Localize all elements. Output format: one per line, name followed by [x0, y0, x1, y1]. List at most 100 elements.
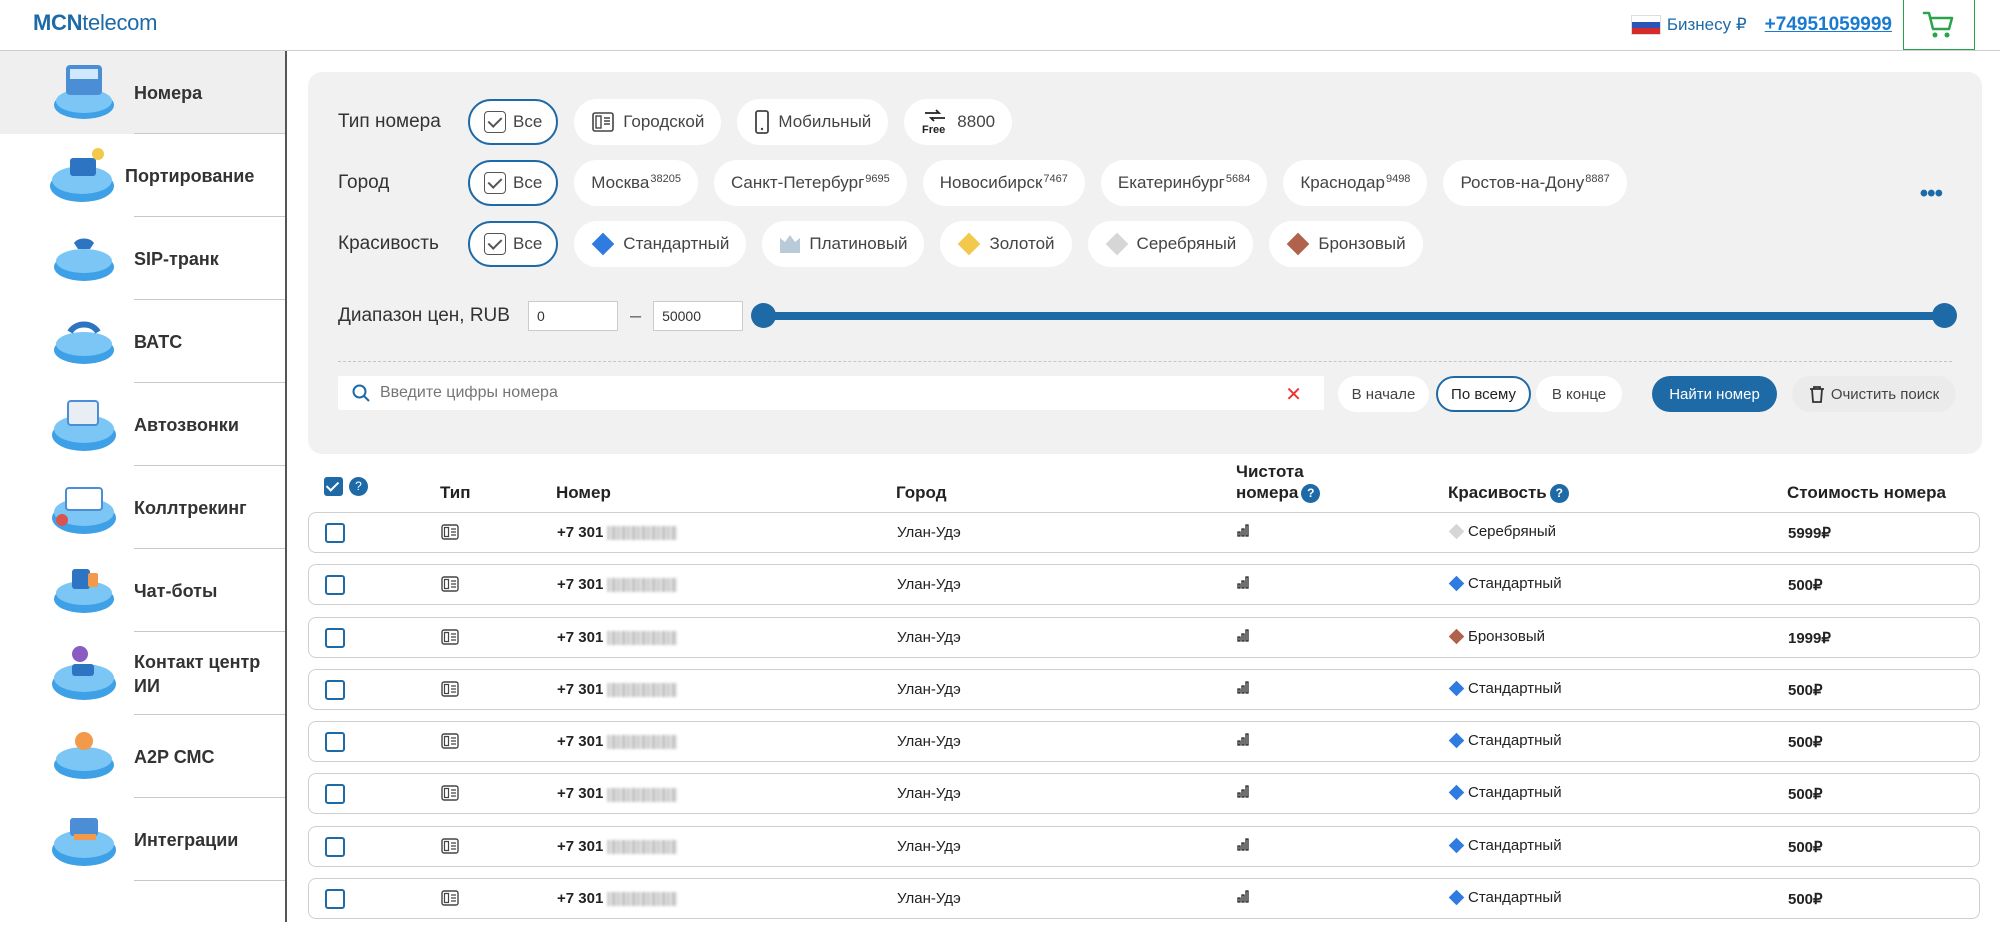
type-chip-all[interactable]: Все: [468, 99, 559, 145]
type-chip-landline[interactable]: Городской: [574, 99, 722, 145]
price-slider-max-handle[interactable]: [1932, 303, 1957, 328]
city-chip-all[interactable]: Все: [468, 160, 559, 206]
clear-search-button[interactable]: Очистить поиск: [1792, 376, 1956, 412]
beauty-chip-platinum[interactable]: Платиновый: [762, 221, 925, 267]
masked-digits: [607, 630, 678, 645]
cart-button[interactable]: [1903, 0, 1975, 50]
gold-diamond-icon: [958, 232, 981, 256]
price-min-input[interactable]: [527, 301, 618, 331]
sidebar-item-ai-contact-center[interactable]: Контакт центр ИИ: [0, 632, 285, 715]
row-checkbox[interactable]: [325, 732, 345, 753]
row-checkbox[interactable]: [325, 836, 345, 857]
standard-diamond-icon: [1448, 785, 1465, 801]
table-row[interactable]: +7 301 Улан-Удэ Бронзовый 1999₽: [308, 616, 1980, 658]
masked-digits: [607, 735, 678, 750]
phone-number: +7 301: [557, 681, 678, 698]
beauty-cell: Серебряный: [1448, 523, 1556, 540]
signal-bars-icon: [1237, 838, 1249, 851]
help-icon[interactable]: ?: [1301, 484, 1321, 504]
help-icon[interactable]: ?: [1549, 484, 1569, 504]
row-checkbox[interactable]: [325, 523, 345, 543]
city-chip-krasnodar[interactable]: Краснодар 9498: [1283, 160, 1428, 206]
city-chip-rostov[interactable]: Ростов-на-Дону 8887: [1443, 160, 1627, 206]
row-checkbox[interactable]: [325, 627, 345, 648]
landline-phone-icon: [441, 524, 459, 540]
cost-cell: 500₽: [1788, 681, 1823, 699]
table-row[interactable]: +7 301 Улан-Удэ Серебряный 5999₽: [308, 512, 1980, 553]
row-checkbox[interactable]: [325, 575, 345, 596]
table-row[interactable]: +7 301 Улан-Удэ Стандартный 500₽: [308, 773, 1980, 815]
match-end-button[interactable]: В конце: [1536, 376, 1622, 412]
cost-cell: 500₽: [1788, 577, 1823, 595]
bronze-diamond-icon: [1448, 628, 1465, 644]
checkbox-icon: [484, 172, 506, 194]
filter-panel: Тип номера Все Городской Мобильный Free …: [308, 72, 1982, 454]
city-chip-moscow[interactable]: Москва 38205: [574, 160, 698, 206]
vats-icon: [54, 321, 114, 364]
type-chip-mobile[interactable]: Мобильный: [737, 99, 889, 145]
sidebar-item-porting[interactable]: Портирование: [0, 134, 285, 217]
masked-digits: [607, 839, 678, 854]
beauty-chip-bronze[interactable]: Бронзовый: [1269, 221, 1423, 267]
table-row[interactable]: +7 301 Улан-Удэ Стандартный 500₽: [308, 564, 1980, 606]
sidebar-item-sip-trunk[interactable]: SIP-транк: [0, 217, 285, 300]
range-dash: –: [629, 304, 642, 327]
standard-diamond-icon: [1448, 889, 1465, 906]
landline-phone-icon: [441, 628, 459, 645]
sidebar-item-numbers[interactable]: Номера: [0, 51, 285, 134]
row-checkbox[interactable]: [325, 679, 345, 700]
divider: [134, 879, 285, 881]
city-chip-novosibirsk[interactable]: Новосибирск 7467: [922, 160, 1085, 206]
filter-label: Диапазон цен, RUB: [338, 305, 510, 326]
beauty-chip-standard[interactable]: Стандартный: [574, 221, 747, 267]
table-row[interactable]: +7 301 Улан-Удэ Стандартный 500₽: [308, 721, 1980, 763]
table-row[interactable]: +7 301 Улан-Удэ Стандартный 500₽: [308, 878, 1980, 920]
search-input[interactable]: [380, 384, 1260, 402]
beauty-chip-gold[interactable]: Золотой: [940, 221, 1072, 267]
sidebar-item-a2p-sms[interactable]: A2P СМС: [0, 715, 285, 798]
phone-link[interactable]: +74951059999: [1765, 14, 1892, 36]
sidebar-item-chatbots[interactable]: Чат-боты: [0, 549, 285, 632]
table-row[interactable]: +7 301 Улан-Удэ Стандартный 500₽: [308, 668, 1980, 710]
standard-diamond-icon: [1448, 680, 1465, 697]
sidebar-item-vats[interactable]: ВАТС: [0, 300, 285, 383]
match-start-button[interactable]: В начале: [1338, 376, 1429, 412]
type-chip-8800[interactable]: Free 8800: [904, 99, 1013, 145]
price-max-input[interactable]: [653, 301, 744, 331]
phone-number: +7 301: [557, 785, 678, 802]
beauty-chip-all[interactable]: Все: [468, 221, 559, 267]
city-chip-spb[interactable]: Санкт-Петербург 9695: [713, 160, 907, 206]
row-checkbox[interactable]: [325, 889, 345, 910]
sidebar-item-calltracking[interactable]: Коллтрекинг: [0, 466, 285, 549]
price-slider-track[interactable]: [762, 312, 1944, 320]
sidebar-item-autocall[interactable]: Автозвонки: [0, 383, 285, 466]
price-range: Диапазон цен, RUB –: [338, 301, 744, 331]
sidebar-item-label: SIP-транк: [134, 248, 219, 269]
silver-diamond-icon: [1448, 523, 1465, 540]
number-search-box: ✕: [338, 376, 1324, 410]
segment-selector[interactable]: Бизнесу ₽: [1630, 15, 1747, 35]
city-chip-ekaterinburg[interactable]: Екатеринбург 5684: [1100, 160, 1268, 206]
select-all-checkbox[interactable]: [324, 477, 343, 496]
chatbot-icon: [54, 569, 114, 613]
sidebar-item-integrations[interactable]: Интеграции: [0, 798, 285, 881]
sidebar-item-label: A2P СМС: [134, 746, 215, 767]
beauty-filter: Красивость Все Стандартный Платиновый Зо…: [338, 220, 1439, 268]
help-icon[interactable]: ?: [349, 477, 368, 496]
match-anywhere-button[interactable]: По всему: [1436, 376, 1531, 412]
bronze-diamond-icon: [1286, 232, 1310, 256]
city-cell: Улан-Удэ: [897, 628, 961, 646]
clear-input-icon[interactable]: ✕: [1285, 382, 1302, 407]
toll-free-icon: Free: [922, 109, 946, 135]
row-checkbox[interactable]: [325, 784, 345, 805]
beauty-chip-silver[interactable]: Серебряный: [1087, 221, 1254, 267]
price-slider-min-handle[interactable]: [751, 303, 776, 328]
table-row[interactable]: +7 301 Улан-Удэ Стандартный 500₽: [308, 825, 1980, 867]
beauty-cell: Стандартный: [1448, 784, 1562, 801]
mcn-logo[interactable]: MCNtelecom: [33, 10, 157, 36]
standard-diamond-icon: [591, 232, 615, 256]
find-number-button[interactable]: Найти номер: [1652, 376, 1777, 412]
cost-cell: 1999₽: [1788, 629, 1831, 647]
more-cities-icon[interactable]: •••: [1920, 180, 1943, 208]
masked-digits: [607, 682, 678, 697]
